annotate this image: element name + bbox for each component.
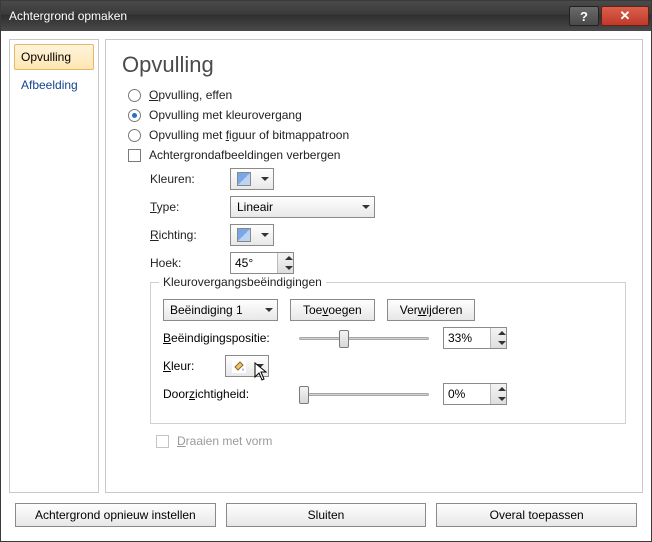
sidebar-item-picture[interactable]: Afbeelding [14, 72, 94, 98]
chevron-down-icon [498, 341, 506, 345]
chevron-up-icon [498, 387, 506, 391]
direction-dropdown[interactable] [230, 224, 274, 246]
option-label: Achtergrondafbeeldingen verbergen [149, 148, 340, 162]
slider-track [299, 337, 429, 340]
button-label: Sluiten [308, 508, 345, 522]
transparency-label: Doorzichtigheid: [163, 387, 285, 401]
gradient-stops-fieldset: Kleurovergangsbeëindigingen Beëindiging … [150, 282, 626, 424]
dialog-footer: Achtergrond opnieuw instellen Sluiten Ov… [9, 493, 643, 533]
stops-legend: Kleurovergangsbeëindigingen [159, 275, 326, 289]
stop-selected-value: Beëindiging 1 [170, 303, 243, 317]
spinner-arrows[interactable] [277, 253, 293, 273]
option-label: Draaien met vorm [177, 434, 272, 448]
button-label: Toevoegen [303, 303, 362, 317]
close-window-button[interactable]: ✕ [601, 6, 649, 26]
close-button[interactable]: Sluiten [226, 503, 427, 527]
button-label: Overal toepassen [490, 508, 584, 522]
dialog-window: Achtergrond opmaken ? ✕ Opvulling Afbeel… [0, 0, 652, 542]
checkbox-icon [156, 435, 169, 448]
stop-select-dropdown[interactable]: Beëindiging 1 [163, 299, 278, 321]
direction-swatch-icon [237, 228, 251, 242]
angle-label: Hoek: [150, 256, 220, 270]
help-button[interactable]: ? [569, 6, 599, 26]
slider-thumb[interactable] [299, 386, 309, 404]
chevron-down-icon [285, 266, 293, 270]
stop-position-label: Beëindigingspositie: [163, 331, 285, 345]
spinner-arrows[interactable] [490, 384, 506, 404]
option-gradient-fill[interactable]: Opvulling met kleurovergang [128, 108, 626, 122]
chevron-down-icon [362, 205, 370, 209]
transparency-slider[interactable] [299, 384, 429, 404]
slider-thumb[interactable] [339, 330, 349, 348]
option-hide-background[interactable]: Achtergrondafbeeldingen verbergen [128, 148, 626, 162]
option-solid-fill[interactable]: Opvulling, effen [128, 88, 626, 102]
slider-track [299, 393, 429, 396]
sidebar-item-fill[interactable]: Opvulling [14, 44, 94, 70]
radio-icon [128, 89, 141, 102]
spinner-arrows[interactable] [490, 328, 506, 348]
radio-icon [128, 129, 141, 142]
apply-all-button[interactable]: Overal toepassen [436, 503, 637, 527]
angle-input[interactable] [231, 253, 277, 273]
sidebar-item-label: Afbeelding [21, 78, 78, 92]
sidebar: Opvulling Afbeelding [9, 39, 99, 493]
content-row: Opvulling Afbeelding Opvulling Opvulling… [9, 39, 643, 493]
checkbox-icon [128, 149, 141, 162]
chevron-down-icon [498, 397, 506, 401]
chevron-up-icon [498, 331, 506, 335]
chevron-up-icon [285, 256, 293, 260]
chevron-down-icon [265, 308, 273, 312]
paint-bucket-icon [232, 359, 246, 373]
window-title: Achtergrond opmaken [9, 9, 569, 23]
type-dropdown[interactable]: Lineair [230, 196, 375, 218]
type-label: Type: [150, 200, 220, 214]
stop-position-slider[interactable] [299, 328, 429, 348]
dialog-body: Opvulling Afbeelding Opvulling Opvulling… [1, 31, 651, 541]
radio-icon [128, 109, 141, 122]
reset-background-button[interactable]: Achtergrond opnieuw instellen [15, 503, 216, 527]
colors-label: Kleuren: [150, 172, 220, 186]
option-label: Opvulling, effen [149, 88, 232, 102]
angle-spinner[interactable] [230, 252, 294, 274]
option-picture-fill[interactable]: Opvulling met figuur of bitmappatroon [128, 128, 626, 142]
button-label: Verwijderen [400, 303, 463, 317]
option-rotate-with-shape: Draaien met vorm [156, 434, 626, 448]
stop-position-input[interactable] [444, 328, 490, 348]
stop-position-spinner[interactable] [443, 327, 507, 349]
panel-heading: Opvulling [122, 52, 626, 78]
transparency-spinner[interactable] [443, 383, 507, 405]
type-value: Lineair [237, 200, 273, 214]
sidebar-item-label: Opvulling [21, 50, 71, 64]
remove-stop-button[interactable]: Verwijderen [387, 299, 476, 321]
preset-colors-dropdown[interactable] [230, 168, 274, 190]
button-label: Achtergrond opnieuw instellen [35, 508, 196, 522]
chevron-down-icon [256, 364, 264, 368]
stop-color-dropdown[interactable] [225, 355, 269, 377]
chevron-down-icon [261, 177, 269, 181]
option-label: Opvulling met kleurovergang [149, 108, 302, 122]
chevron-down-icon [261, 233, 269, 237]
gradient-settings: Kleuren: Type: Lineair [150, 168, 626, 448]
direction-label: Richting: [150, 228, 220, 242]
gradient-swatch-icon [237, 172, 251, 186]
option-label: Opvulling met figuur of bitmappatroon [149, 128, 349, 142]
main-panel: Opvulling Opvulling, effen Opvulling met… [105, 39, 643, 493]
transparency-input[interactable] [444, 384, 490, 404]
color-label: Kleur: [163, 359, 215, 373]
titlebar: Achtergrond opmaken ? ✕ [1, 1, 651, 31]
add-stop-button[interactable]: Toevoegen [290, 299, 375, 321]
